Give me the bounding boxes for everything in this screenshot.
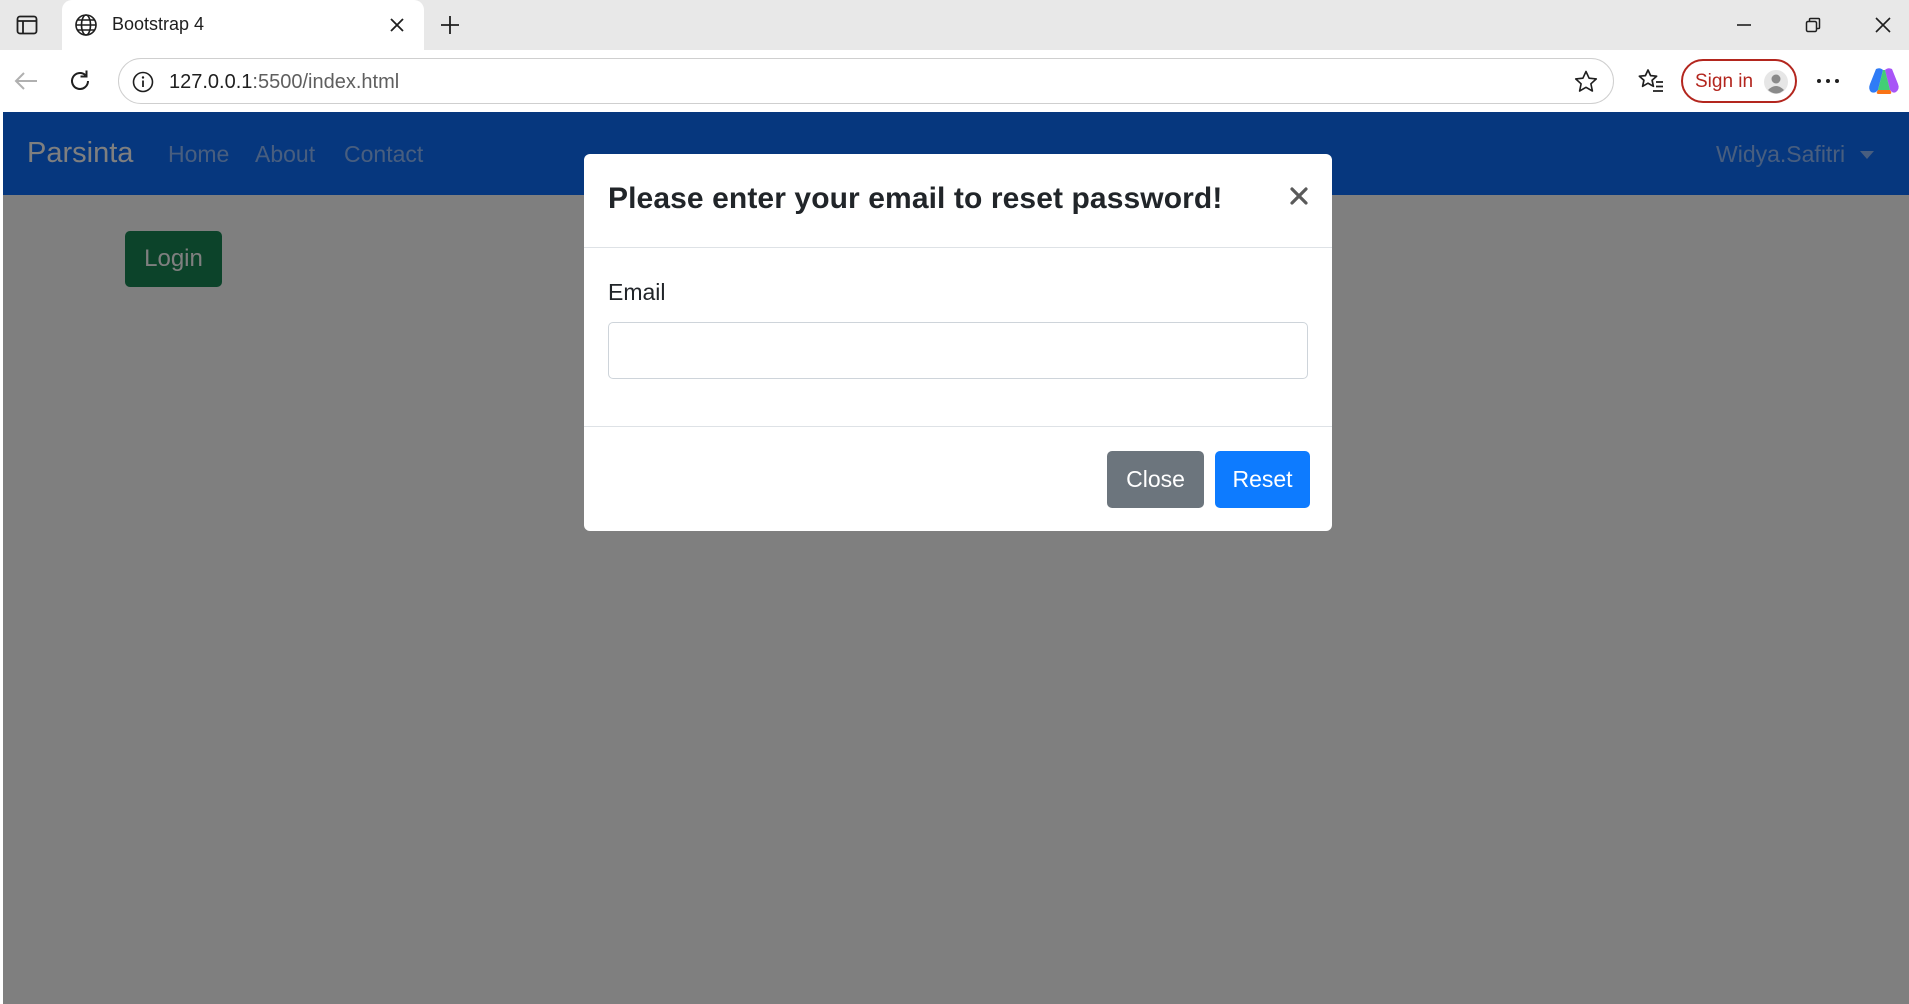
globe-icon: [75, 14, 97, 36]
browser-tab[interactable]: Bootstrap 4: [62, 0, 424, 50]
minimize-button[interactable]: [1714, 6, 1774, 44]
window-close-button[interactable]: [1853, 6, 1909, 44]
modal-footer: Close Reset: [584, 426, 1332, 531]
modal-title: Please enter your email to reset passwor…: [608, 182, 1223, 215]
info-icon[interactable]: [131, 70, 155, 94]
reset-password-modal: Please enter your email to reset passwor…: [584, 154, 1332, 531]
modal-close-button[interactable]: [1283, 180, 1315, 212]
address-bar[interactable]: 127.0.0.1:5500/index.html: [118, 58, 1614, 104]
close-icon: [1290, 187, 1308, 205]
sign-in-label: Sign in: [1695, 71, 1754, 92]
url-host: 127.0.0.1: [169, 71, 253, 93]
url-text[interactable]: 127.0.0.1:5500/index.html: [169, 71, 399, 94]
favorite-star-icon[interactable]: [1573, 69, 1599, 95]
sign-in-button[interactable]: Sign in: [1681, 59, 1797, 103]
tab-close-button[interactable]: [385, 13, 409, 37]
back-arrow-icon: [14, 72, 37, 90]
email-label: Email: [608, 279, 666, 305]
reset-button[interactable]: Reset: [1215, 451, 1310, 508]
minimize-icon: [1737, 24, 1751, 26]
more-options-button[interactable]: [1812, 65, 1844, 97]
close-icon: [390, 18, 404, 32]
copilot-icon: [1869, 68, 1899, 94]
tab-actions-button[interactable]: [12, 11, 42, 39]
url-path: :5500/index.html: [252, 71, 400, 93]
browser-toolbar: 127.0.0.1:5500/index.html Sign in: [0, 50, 1909, 112]
plus-icon: [441, 16, 459, 34]
modal-header: Please enter your email to reset passwor…: [584, 154, 1332, 248]
close-button[interactable]: Close: [1107, 451, 1204, 508]
page-viewport: Parsinta Home About Contact Widya.Safitr…: [3, 112, 1909, 1004]
reload-icon: [71, 70, 89, 90]
profile-avatar-icon: [1764, 70, 1788, 94]
modal-body: Email: [584, 249, 1332, 425]
close-icon: [1875, 17, 1891, 33]
email-field[interactable]: [608, 322, 1308, 379]
copilot-button[interactable]: [1866, 63, 1902, 99]
favorites-button[interactable]: [1635, 65, 1667, 97]
sidebar-tabs-icon: [16, 15, 38, 35]
tab-title: Bootstrap 4: [112, 14, 205, 34]
browser-tab-bar: Bootstrap 4: [0, 0, 1909, 50]
new-tab-button[interactable]: [435, 10, 465, 40]
restore-button[interactable]: [1783, 6, 1843, 44]
ellipsis-icon: [1817, 79, 1839, 83]
reload-button[interactable]: [64, 65, 96, 97]
favorites-icon: [1638, 69, 1663, 92]
restore-icon: [1805, 17, 1821, 33]
back-button[interactable]: [10, 65, 42, 97]
